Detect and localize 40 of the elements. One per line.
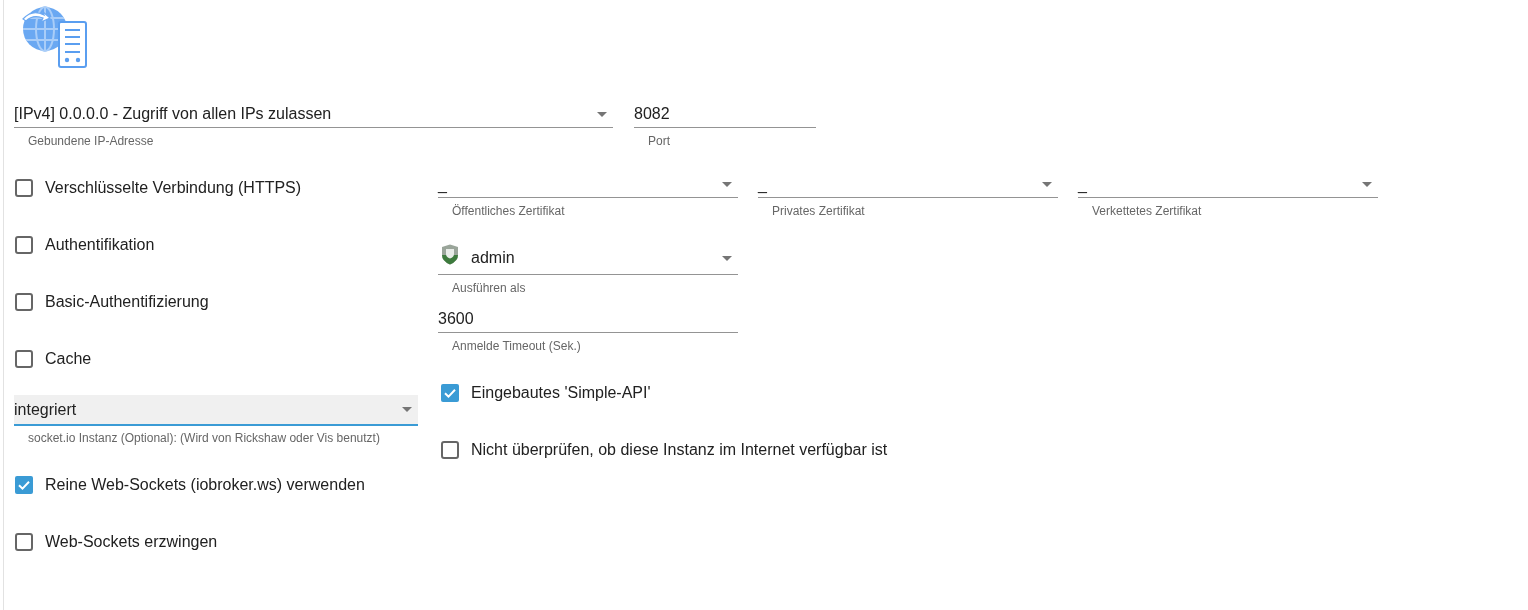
checkbox[interactable]	[15, 349, 33, 368]
caret-down-icon	[1362, 182, 1372, 187]
checkbox[interactable]	[15, 292, 33, 311]
checkbox-label: Basic-Authentifizierung	[45, 292, 209, 311]
checkbox-label: Reine Web-Sockets (iobroker.ws) verwenden	[45, 475, 365, 494]
certificate-select[interactable]: _	[758, 172, 1058, 198]
socket-instance-select[interactable]: integriert	[14, 395, 418, 426]
shield-icon	[441, 244, 459, 265]
checkbox[interactable]	[441, 383, 459, 402]
user-select[interactable]: admin	[438, 242, 738, 275]
helper-text: Verkettetes Zertifikat	[1091, 204, 1203, 218]
helper-text: socket.io Instanz (Optional): (Wird von Rickshaw oder Vis benutzt)	[27, 431, 381, 445]
caret-down-icon	[722, 182, 732, 187]
caret-down-icon	[597, 111, 607, 117]
checkbox-label: Eingebautes 'Simple-API'	[471, 383, 651, 402]
helper-text: Anmelde Timeout (Sek.)	[451, 339, 582, 353]
checkbox[interactable]	[441, 440, 459, 459]
timeout-input[interactable]: 3600	[438, 305, 738, 333]
caret-down-icon	[1042, 182, 1052, 187]
caret-down-icon	[722, 255, 732, 261]
checkbox[interactable]	[15, 475, 33, 494]
helper-text: Ausführen als	[451, 281, 527, 295]
checkbox[interactable]	[15, 235, 33, 254]
globe-server-icon	[22, 6, 88, 69]
checkbox[interactable]	[15, 532, 33, 551]
caret-down-icon	[402, 407, 412, 412]
certificate-select[interactable]: _	[1078, 172, 1378, 198]
checkbox[interactable]	[15, 178, 33, 197]
helper-text: Privates Zertifikat	[771, 204, 866, 218]
certificate-select[interactable]: _	[438, 172, 738, 198]
checkbox-label: Authentifikation	[45, 235, 155, 254]
checkbox-label: Nicht überprüfen, ob diese Instanz im Internet verfügbar ist	[471, 440, 888, 459]
helper-text: Port	[647, 134, 671, 148]
ip-address-select[interactable]: [IPv4] 0.0.0.0 - Zugriff von allen IPs zulassen	[14, 101, 613, 128]
helper-text: Öffentliches Zertifikat	[451, 204, 566, 218]
checkbox-label: Web-Sockets erzwingen	[45, 532, 218, 551]
port-input[interactable]: 8082	[634, 101, 816, 128]
checkbox-label: Verschlüsselte Verbindung (HTTPS)	[45, 178, 302, 197]
helper-text: Gebundene IP-Adresse	[27, 134, 155, 148]
checkbox-label: Cache	[45, 349, 92, 368]
